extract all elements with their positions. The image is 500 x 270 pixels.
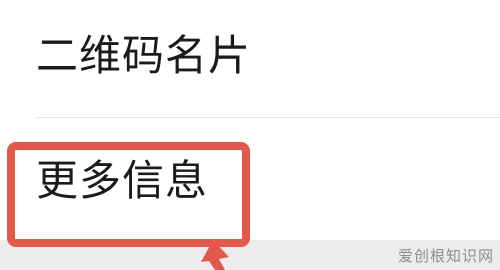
annotation-arrow-icon — [201, 240, 229, 270]
watermark-text: 爱创根知识网 — [397, 247, 494, 265]
highlight-annotation-box — [7, 142, 250, 247]
qr-code-card-row[interactable]: 二维码名片 — [0, 0, 500, 117]
qr-code-card-label: 二维码名片 — [36, 31, 252, 80]
